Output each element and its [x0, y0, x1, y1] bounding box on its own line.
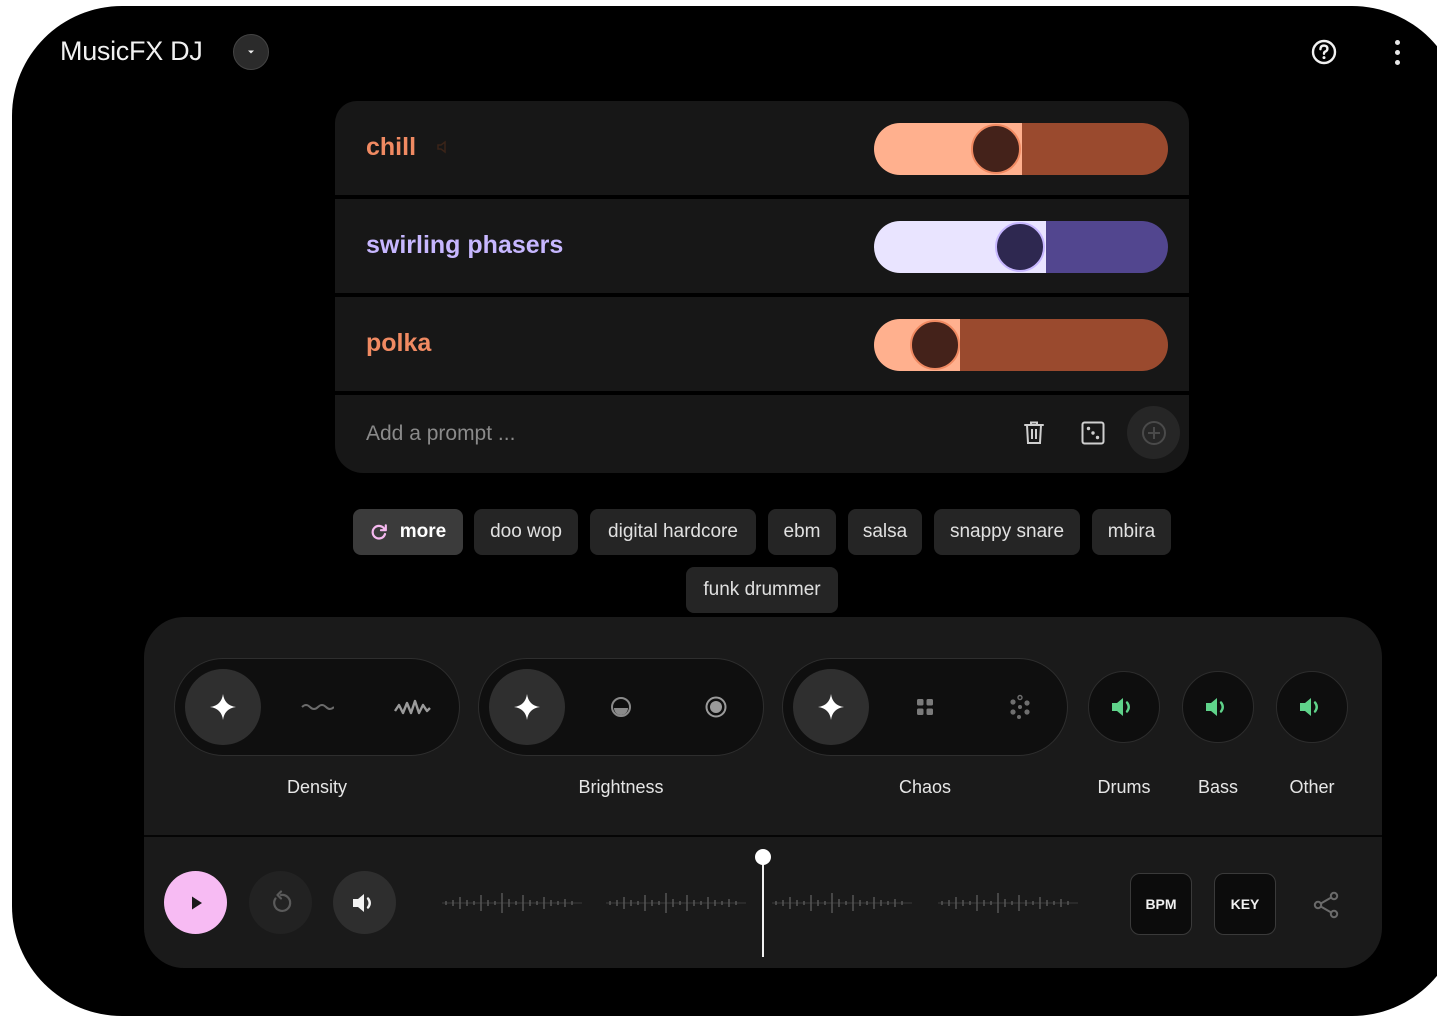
prompt-card-chill: chill: [335, 101, 1189, 195]
play-icon: [191, 896, 202, 909]
playhead-line: [762, 857, 764, 957]
slider-track: [1022, 123, 1168, 175]
density-low-option[interactable]: [279, 669, 355, 745]
suggestion-chip[interactable]: funk drummer: [686, 567, 838, 613]
chaos-label: Chaos: [898, 777, 952, 797]
menu-dot: [1394, 49, 1400, 55]
play-button[interactable]: [164, 871, 227, 934]
sparkle-icon: [818, 694, 844, 720]
prompt-card-swirling-phasers: swirling phasers: [335, 199, 1189, 293]
speaker-on-icon: [1112, 698, 1130, 716]
slider-knob[interactable]: [995, 222, 1045, 272]
add-prompt-bar: [335, 395, 1189, 473]
suggestion-chip[interactable]: salsa: [848, 509, 922, 555]
suggestion-chip[interactable]: snappy snare: [934, 509, 1080, 555]
grid-dots-icon: [917, 699, 933, 715]
playhead-handle[interactable]: [755, 849, 771, 865]
dice-icon: [1081, 421, 1105, 445]
other-label: Other: [1289, 777, 1335, 797]
bass-label: Bass: [1197, 777, 1239, 797]
reset-icon: [272, 889, 291, 912]
scatter-dots-icon: [1010, 694, 1030, 719]
filled-circle-icon: [705, 696, 727, 718]
slider-knob[interactable]: [910, 320, 960, 370]
app-title: MusicFX DJ: [60, 36, 203, 66]
brightness-dark-option[interactable]: [583, 669, 659, 745]
add-prompt-button[interactable]: [1127, 406, 1180, 459]
drums-toggle-button[interactable]: [1088, 671, 1160, 743]
panel-divider: [144, 835, 1382, 837]
key-button[interactable]: KEY: [1214, 873, 1276, 935]
app-window: MusicFX DJ chill swirling phasers polka …: [12, 6, 1437, 1016]
menu-dot: [1394, 39, 1400, 45]
slider-knob[interactable]: [971, 124, 1021, 174]
slider-track: [960, 319, 1168, 371]
waveform-timeline[interactable]: [442, 883, 1086, 923]
volume-button[interactable]: [333, 871, 396, 934]
clear-prompts-button[interactable]: [1014, 413, 1054, 453]
reset-button[interactable]: [249, 871, 312, 934]
speaker-on-icon: [1300, 698, 1318, 716]
sparkle-icon: [210, 694, 236, 720]
prompt-weight-slider[interactable]: [874, 221, 1168, 273]
share-icon: [1313, 891, 1339, 919]
speaker-muted-icon[interactable]: [435, 139, 451, 155]
more-suggestions-chip[interactable]: more: [353, 509, 463, 555]
brightness-label: Brightness: [578, 777, 664, 797]
brightness-selector: [478, 658, 764, 756]
prompt-card-polka: polka: [335, 297, 1189, 391]
add-circle-icon: [1141, 420, 1166, 445]
wave-low-icon: [301, 704, 334, 710]
prompt-label: swirling phasers: [366, 231, 564, 259]
chaos-selector: [782, 658, 1068, 756]
control-panel: Density Brightness Chaos Drums Bass Othe…: [144, 617, 1382, 968]
chaos-high-option[interactable]: [982, 669, 1058, 745]
menu-dot: [1394, 59, 1400, 65]
add-prompt-input[interactable]: [366, 417, 966, 451]
suggestion-chip[interactable]: doo wop: [474, 509, 578, 555]
half-circle-icon: [611, 697, 631, 717]
prompt-label: chill: [366, 133, 417, 161]
chaos-low-option[interactable]: [887, 669, 963, 745]
wave-high-icon: [394, 699, 431, 715]
more-menu-button[interactable]: [1382, 32, 1412, 72]
density-selector: [174, 658, 460, 756]
suggestion-chip[interactable]: ebm: [768, 509, 836, 555]
refresh-icon: [371, 524, 387, 540]
suggestion-chip[interactable]: digital hardcore: [590, 509, 756, 555]
volume-icon: [352, 893, 371, 912]
other-toggle-button[interactable]: [1276, 671, 1348, 743]
drums-label: Drums: [1097, 777, 1151, 797]
brightness-bright-option[interactable]: [678, 669, 754, 745]
density-high-option[interactable]: [374, 669, 450, 745]
bass-toggle-button[interactable]: [1182, 671, 1254, 743]
prompt-label: polka: [366, 329, 432, 357]
random-prompt-button[interactable]: [1073, 413, 1113, 453]
brightness-auto-option[interactable]: [489, 669, 565, 745]
share-button[interactable]: [1306, 885, 1346, 925]
slider-track: [1046, 221, 1168, 273]
speaker-on-icon: [1206, 698, 1224, 716]
caret-down-icon: [248, 50, 254, 54]
title-dropdown-button[interactable]: [233, 34, 269, 70]
bpm-button[interactable]: BPM: [1130, 873, 1192, 935]
chaos-auto-option[interactable]: [793, 669, 869, 745]
density-auto-option[interactable]: [185, 669, 261, 745]
prompt-weight-slider[interactable]: [874, 319, 1168, 371]
sparkle-icon: [514, 694, 540, 720]
help-icon: [1311, 39, 1337, 65]
suggestion-chip[interactable]: mbira: [1092, 509, 1171, 555]
prompt-weight-slider[interactable]: [874, 123, 1168, 175]
trash-icon: [1024, 421, 1044, 444]
density-label: Density: [286, 777, 348, 797]
chip-label: more: [399, 521, 447, 542]
help-button[interactable]: [1305, 33, 1343, 71]
